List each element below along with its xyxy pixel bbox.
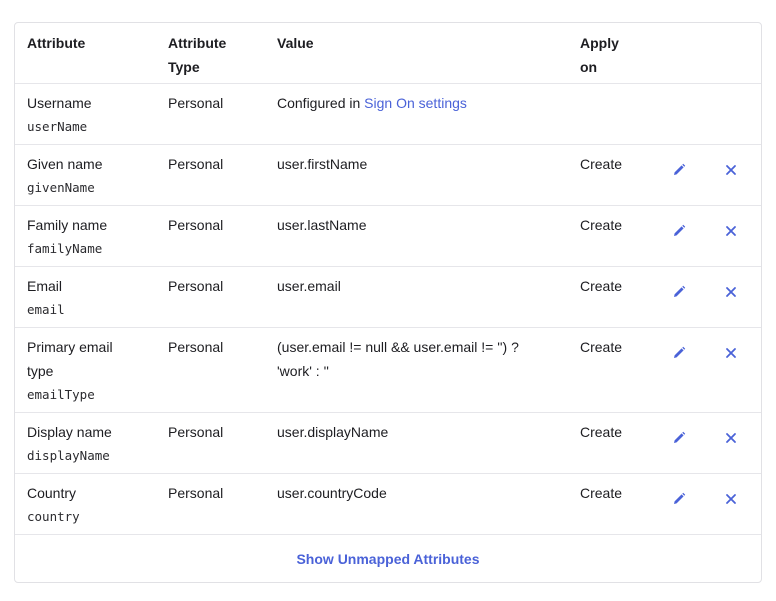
apply-on: Create xyxy=(580,485,623,501)
value-prefix: Configured in xyxy=(277,95,365,111)
table-row: Email email Personal user.email Create xyxy=(15,267,761,328)
attribute-cell: Given name givenName xyxy=(27,152,167,200)
attribute-cell: Country country xyxy=(27,481,167,529)
delete-button[interactable] xyxy=(715,422,747,454)
attribute-value: user.firstName xyxy=(277,152,547,176)
table-header: Attribute Attribute Type Value Apply on xyxy=(15,23,761,84)
pencil-icon xyxy=(672,346,686,360)
attribute-type: Personal xyxy=(168,278,224,294)
close-icon xyxy=(725,225,737,237)
edit-button[interactable] xyxy=(663,337,695,369)
attribute-cell: Primary email type emailType xyxy=(27,335,167,407)
attribute-key: displayName xyxy=(27,448,110,463)
edit-button[interactable] xyxy=(663,154,695,186)
edit-button[interactable] xyxy=(663,276,695,308)
delete-button[interactable] xyxy=(715,215,747,247)
attribute-key: userName xyxy=(27,119,88,134)
attribute-mapping-table: Attribute Attribute Type Value Apply on … xyxy=(14,22,762,583)
pencil-icon xyxy=(672,492,686,506)
attribute-key: email xyxy=(27,302,65,317)
table-row: Family name familyName Personal user.lastNa… xyxy=(15,206,761,267)
delete-button[interactable] xyxy=(715,337,747,369)
attribute-label: Username xyxy=(27,95,92,111)
attribute-label: Given name xyxy=(27,156,103,172)
attribute-value: Configured in Sign On settings xyxy=(277,91,547,115)
attribute-key: emailType xyxy=(27,387,95,402)
header-value: Value xyxy=(277,35,314,51)
attribute-value: user.displayName xyxy=(277,420,547,444)
attribute-value: user.countryCode xyxy=(277,481,547,505)
pencil-icon xyxy=(672,163,686,177)
table-row: Display name displayName Personal user.disp… xyxy=(15,413,761,474)
attribute-type: Personal xyxy=(168,485,224,501)
apply-on: Create xyxy=(580,217,623,233)
attribute-key: givenName xyxy=(27,180,95,195)
edit-button[interactable] xyxy=(663,422,695,454)
close-icon xyxy=(725,164,737,176)
header-apply-on: Apply on xyxy=(580,31,650,79)
close-icon xyxy=(725,347,737,359)
edit-button[interactable] xyxy=(663,215,695,247)
delete-button[interactable] xyxy=(715,483,747,515)
apply-on: Create xyxy=(580,278,623,294)
close-icon xyxy=(725,493,737,505)
delete-button[interactable] xyxy=(715,154,747,186)
value-line: 'work' : '' xyxy=(277,363,329,379)
attribute-label: type xyxy=(27,363,54,379)
table-row: Username userName Personal Configured in Si… xyxy=(15,84,761,145)
value-line: user.displayName xyxy=(277,424,389,440)
attribute-value: (user.email != null && user.email != '')… xyxy=(277,335,547,383)
value-line: user.firstName xyxy=(277,156,368,172)
attribute-type: Personal xyxy=(168,156,224,172)
header-apply-on-line1: Apply xyxy=(580,35,619,51)
apply-on: Create xyxy=(580,424,623,440)
close-icon xyxy=(725,286,737,298)
pencil-icon xyxy=(672,431,686,445)
header-attribute: Attribute xyxy=(27,35,86,51)
attribute-label: Country xyxy=(27,485,77,501)
show-unmapped-attributes-button[interactable]: Show Unmapped Attributes xyxy=(296,551,479,567)
attribute-cell: Username userName xyxy=(27,91,167,139)
attribute-label: Display name xyxy=(27,424,112,440)
attribute-label: Email xyxy=(27,278,63,294)
table-row: Primary email type emailType Personal (user.… xyxy=(15,328,761,413)
attribute-label: Family name xyxy=(27,217,108,233)
table-row: Given name givenName Personal user.firstNam… xyxy=(15,145,761,206)
attribute-cell: Email email xyxy=(27,274,167,322)
header-attribute-type: Attribute Type xyxy=(168,31,268,79)
pencil-icon xyxy=(672,224,686,238)
attribute-type: Personal xyxy=(168,217,224,233)
pencil-icon xyxy=(672,285,686,299)
value-line: user.lastName xyxy=(277,217,367,233)
delete-button[interactable] xyxy=(715,276,747,308)
header-attribute-type-line1: Attribute xyxy=(168,35,227,51)
attribute-type: Personal xyxy=(168,95,224,111)
header-attribute-type-line2: Type xyxy=(168,59,200,75)
attribute-type: Personal xyxy=(168,339,224,355)
value-line: (user.email != null && user.email != '')… xyxy=(277,339,519,355)
attribute-value: user.email xyxy=(277,274,547,298)
sign-on-settings-link[interactable]: Sign On settings xyxy=(364,95,467,111)
close-icon xyxy=(725,432,737,444)
attribute-label: Primary email xyxy=(27,339,113,355)
attribute-cell: Family name familyName xyxy=(27,213,167,261)
attribute-value: user.lastName xyxy=(277,213,547,237)
table-row: Country country Personal user.countryCode Cr… xyxy=(15,474,761,535)
attribute-type: Personal xyxy=(168,424,224,440)
attribute-cell: Display name displayName xyxy=(27,420,167,468)
attribute-key: country xyxy=(27,509,80,524)
value-line: user.email xyxy=(277,278,341,294)
value-line: user.countryCode xyxy=(277,485,387,501)
apply-on: Create xyxy=(580,156,623,172)
header-apply-on-line2: on xyxy=(580,59,598,75)
apply-on: Create xyxy=(580,339,623,355)
attribute-key: familyName xyxy=(27,241,103,256)
table-footer: Show Unmapped Attributes xyxy=(15,535,761,583)
edit-button[interactable] xyxy=(663,483,695,515)
